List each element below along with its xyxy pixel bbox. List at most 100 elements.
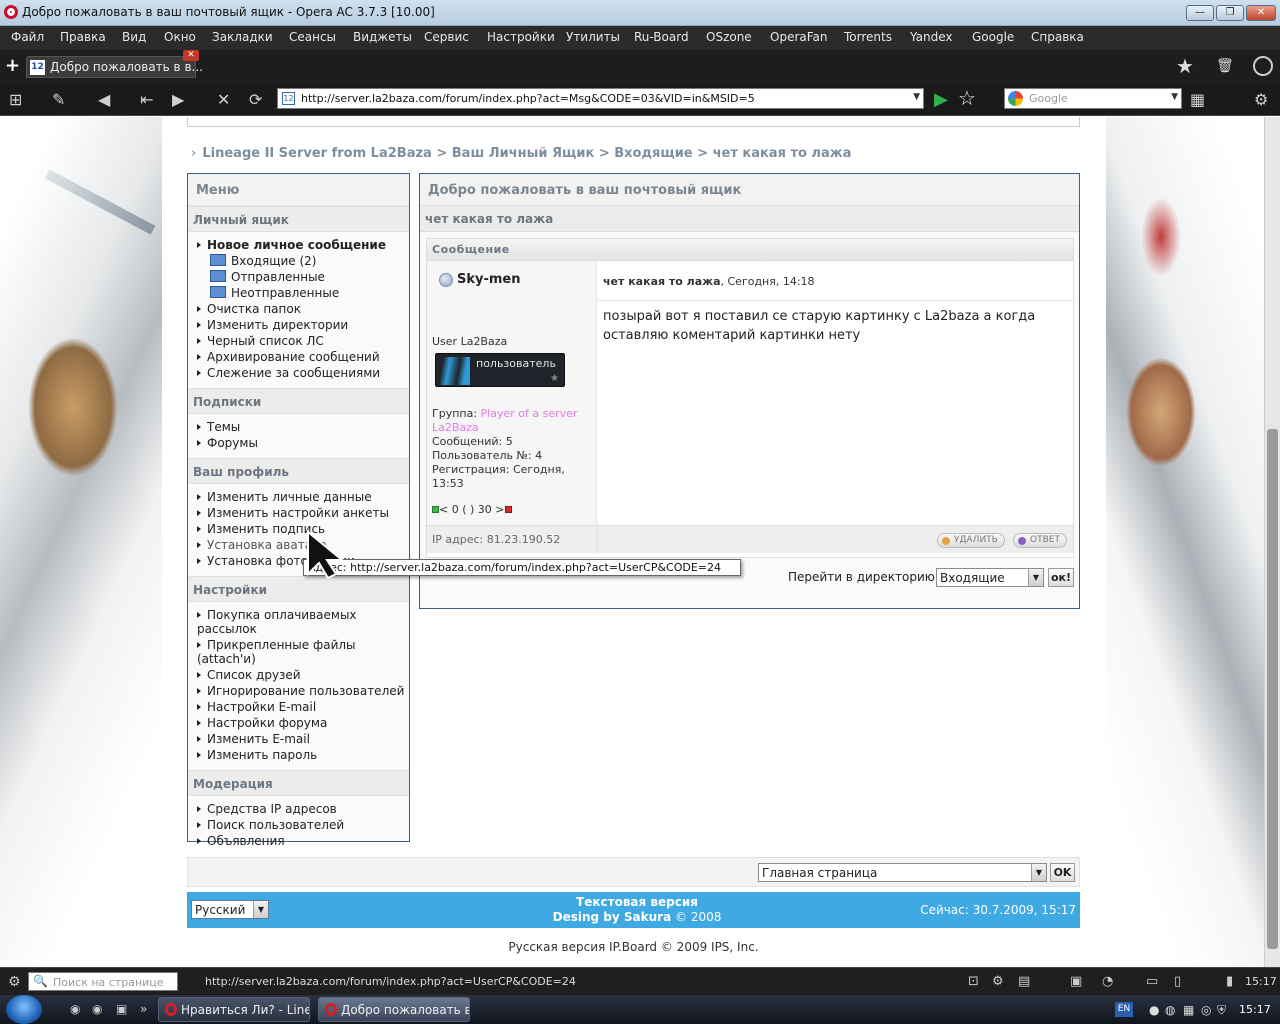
menu-item-signature[interactable]: Изменить подпись xyxy=(188,521,409,537)
menu-sessions[interactable]: Сеансы xyxy=(289,30,336,44)
quicklaunch-icon[interactable]: ◉ xyxy=(92,1002,102,1016)
menu-item-paid-subscriptions[interactable]: Покупка оплачиваемых рассылок xyxy=(188,607,409,637)
menu-item-announcements[interactable]: Объявления xyxy=(188,833,409,849)
tab-active[interactable]: 12 Добро пожаловать в в... xyxy=(26,56,203,78)
delete-button[interactable]: УДАЛИТЬ xyxy=(937,533,1005,548)
go-arrow-icon[interactable]: ▶ xyxy=(934,89,948,110)
back-arrow-icon[interactable]: ◀ xyxy=(98,90,110,109)
menu-item-friends[interactable]: Список друзей xyxy=(188,667,409,683)
opera-quicklaunch-icon[interactable]: ◉ xyxy=(70,1002,80,1016)
design-link[interactable]: Desing by Sakura xyxy=(553,910,672,924)
chevron-down-icon[interactable]: ▼ xyxy=(1028,569,1043,586)
menu-operafan[interactable]: OperaFan xyxy=(770,30,828,44)
language-select[interactable]: Русский ▼ xyxy=(191,900,269,919)
reload-icon[interactable]: ⟳ xyxy=(249,90,262,109)
history-clock-icon[interactable] xyxy=(1253,56,1273,76)
add-bookmark-star-icon[interactable]: ☆ xyxy=(958,86,976,110)
menu-tools[interactable]: Сервис xyxy=(424,30,469,44)
chevron-down-icon[interactable]: ▼ xyxy=(1171,92,1178,102)
breadcrumb-home[interactable]: Lineage II Server from La2Baza xyxy=(202,146,431,161)
settings-gear-icon[interactable]: ⚙ xyxy=(1254,90,1268,109)
menu-item-inbox[interactable]: Входящие (2) xyxy=(188,253,409,269)
menu-torrents[interactable]: Torrents xyxy=(844,30,892,44)
menu-yandex[interactable]: Yandex xyxy=(910,30,953,44)
images-icon[interactable]: ▤ xyxy=(1018,974,1030,989)
menu-utilities[interactable]: Утилиты xyxy=(566,30,620,44)
menu-bookmarks[interactable]: Закладки xyxy=(212,30,273,44)
folder-select[interactable]: Входящие ▼ xyxy=(936,568,1044,587)
device-icon[interactable]: ▯ xyxy=(1174,974,1181,989)
menu-item-clear-folders[interactable]: Очистка папок xyxy=(188,301,409,317)
menu-item-forum-settings[interactable]: Настройки форума xyxy=(188,715,409,731)
folder-quicklaunch-icon[interactable]: ▣ xyxy=(116,1002,127,1016)
menu-google[interactable]: Google xyxy=(972,30,1014,44)
move-ok-button[interactable]: ок! xyxy=(1048,568,1074,587)
extension-icon[interactable]: ▦ xyxy=(1190,90,1205,109)
menu-item-user-search[interactable]: Поиск пользователей xyxy=(188,817,409,833)
language-indicator[interactable]: EN xyxy=(1115,1002,1133,1017)
speed-icon[interactable]: ◔ xyxy=(1102,974,1113,989)
menu-item-change-email[interactable]: Изменить E-mail xyxy=(188,731,409,747)
menu-item-ip-tools[interactable]: Средства IP адресов xyxy=(188,801,409,817)
menu-item-unsent[interactable]: Неотправленные xyxy=(188,285,409,301)
network-tray-icon[interactable]: ▦ xyxy=(1183,1003,1194,1017)
menu-edit[interactable]: Правка xyxy=(60,30,106,44)
bookmark-star-icon[interactable]: ★ xyxy=(1176,54,1194,78)
menu-item-topics[interactable]: Темы xyxy=(188,419,409,435)
forum-jump-ok-button[interactable]: OK xyxy=(1050,863,1075,882)
close-window-button[interactable]: ✕ xyxy=(1246,5,1276,21)
taskbar-item-active[interactable]: Добро пожаловать в... xyxy=(318,997,470,1022)
find-in-page-input[interactable]: 🔍 Поиск на странице xyxy=(28,972,178,991)
scrollbar-thumb[interactable] xyxy=(1267,429,1278,949)
chevron-down-icon[interactable]: ▼ xyxy=(1031,864,1046,881)
tray-icon[interactable]: ◍ xyxy=(1165,1003,1175,1017)
menu-help[interactable]: Справка xyxy=(1031,30,1084,44)
menu-item-sent[interactable]: Отправленные xyxy=(188,269,409,285)
rewind-icon[interactable]: ⇤ xyxy=(140,90,153,109)
view-icon[interactable]: ▣ xyxy=(1070,974,1082,989)
shield-icon[interactable]: ⛨ xyxy=(1217,1003,1226,1018)
chevron-down-icon[interactable]: ▼ xyxy=(253,901,268,918)
menu-settings[interactable]: Настройки xyxy=(487,30,555,44)
author-name[interactable]: Sky-men xyxy=(457,272,521,287)
menu-view[interactable]: Вид xyxy=(122,30,146,44)
menu-item-email-settings[interactable]: Настройки E-mail xyxy=(188,699,409,715)
menu-ruboard[interactable]: Ru-Board xyxy=(634,30,689,44)
panels-icon[interactable]: ⊞ xyxy=(9,90,22,109)
start-button[interactable] xyxy=(6,995,42,1024)
maximize-button[interactable]: ❐ xyxy=(1216,5,1244,21)
forum-jump-select[interactable]: Главная страница ▼ xyxy=(758,863,1047,882)
chevron-down-icon[interactable]: ▼ xyxy=(913,92,920,102)
reply-button[interactable]: ОТВЕТ xyxy=(1013,533,1067,548)
breadcrumb-current[interactable]: чет какая то лажа xyxy=(713,146,852,161)
edit-pen-icon[interactable]: ✎ xyxy=(52,90,65,109)
forward-arrow-icon[interactable]: ▶ xyxy=(172,90,184,109)
more-chevron-icon[interactable]: » xyxy=(140,1002,147,1016)
menu-item-avatar[interactable]: Установка аватара xyxy=(188,537,409,553)
tray-icon[interactable]: ● xyxy=(1149,1003,1159,1017)
stop-icon[interactable]: ✕ xyxy=(217,90,230,109)
fit-page-icon[interactable]: ⊡ xyxy=(968,974,979,989)
turbo-icon[interactable]: ⚙ xyxy=(992,974,1004,989)
breadcrumb-mailbox[interactable]: Ваш Личный Ящик xyxy=(452,146,595,161)
menu-item-personal-data[interactable]: Изменить личные данные xyxy=(188,489,409,505)
menu-file[interactable]: Файл xyxy=(11,30,44,44)
menu-oszone[interactable]: OSzone xyxy=(706,30,752,44)
tab-close-button[interactable]: ✕ xyxy=(183,50,199,61)
trash-icon[interactable]: 🗑 xyxy=(1216,58,1234,74)
menu-item-profile-settings[interactable]: Изменить настройки анкеты xyxy=(188,505,409,521)
menu-widgets[interactable]: Виджеты xyxy=(353,30,412,44)
menu-item-tracking[interactable]: Слежение за сообщениями xyxy=(188,365,409,381)
rep-plus-icon[interactable] xyxy=(432,506,439,513)
menu-window[interactable]: Окно xyxy=(164,30,196,44)
settings-icon[interactable]: ⚙ xyxy=(8,974,21,990)
menu-item-attachments[interactable]: Прикрепленные файлы (attach'и) xyxy=(188,637,409,667)
taskbar-item[interactable]: Нравиться Ли? - Line... xyxy=(158,997,310,1022)
page-scrollbar[interactable] xyxy=(1264,117,1280,967)
breadcrumb-inbox[interactable]: Входящие xyxy=(614,146,692,161)
text-version-link[interactable]: Текстовая версия xyxy=(487,895,787,910)
menu-item-edit-dirs[interactable]: Изменить директории xyxy=(188,317,409,333)
tray-icon[interactable]: ◎ xyxy=(1201,1003,1211,1017)
minimize-button[interactable]: — xyxy=(1186,5,1214,21)
menu-item-new-message[interactable]: Новое личное сообщение xyxy=(188,237,409,253)
